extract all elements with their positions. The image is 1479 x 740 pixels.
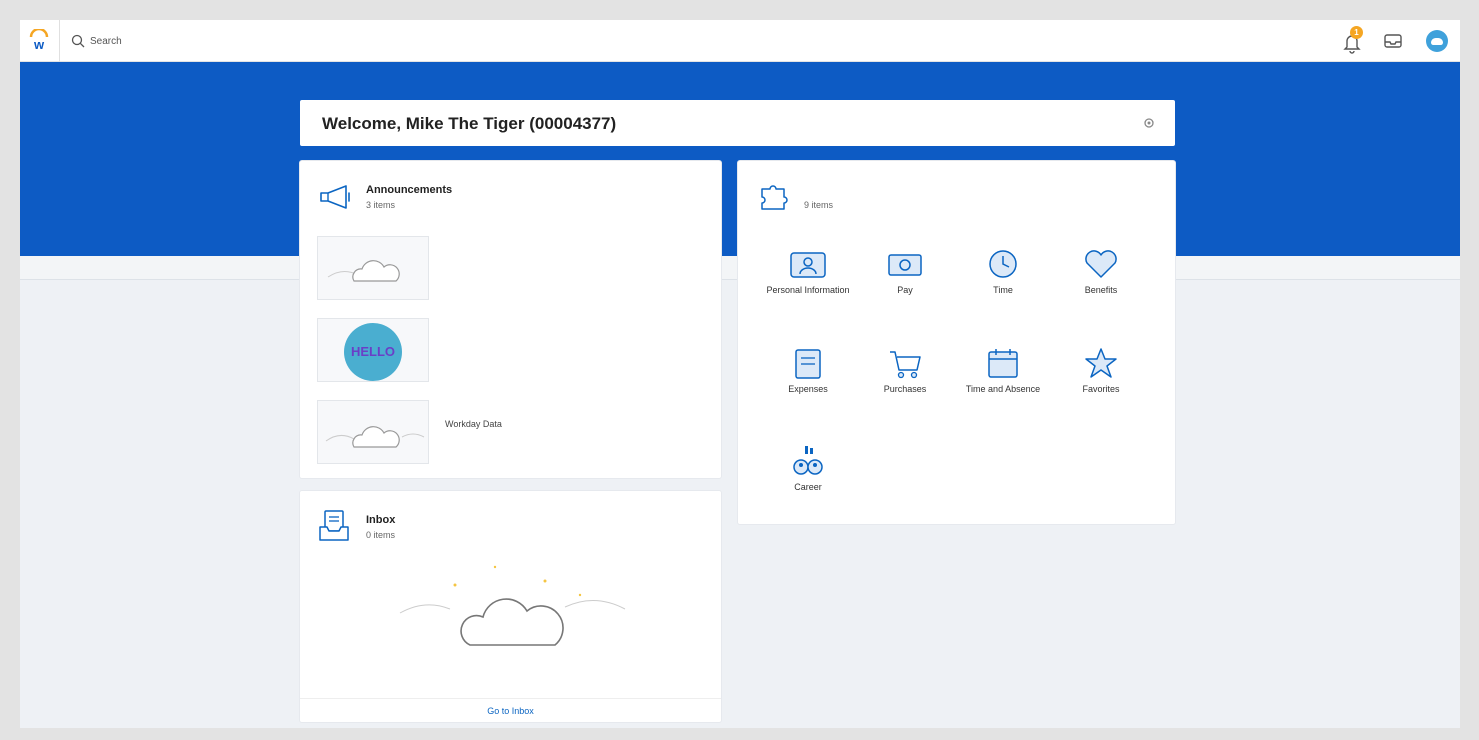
app-label: Pay xyxy=(897,285,913,295)
app-label: Favorites xyxy=(1082,384,1120,394)
app-label: Benefits xyxy=(1084,285,1118,295)
cart-icon xyxy=(890,351,921,379)
app-time-and-absence[interactable]: Time and Absence xyxy=(958,346,1048,394)
announcement-thumbnail[interactable] xyxy=(317,400,429,464)
person-icon xyxy=(790,252,826,278)
pay-icon xyxy=(888,254,922,276)
announcement-text[interactable]: Workday Data xyxy=(445,419,502,429)
app-label: Time and Absence xyxy=(965,384,1041,394)
svg-text:w: w xyxy=(33,37,45,51)
search-icon xyxy=(71,34,85,48)
inbox-count: 0 items xyxy=(366,530,396,540)
header-divider xyxy=(59,20,60,62)
inbox-tray-icon[interactable] xyxy=(1383,32,1403,50)
app-label: Time xyxy=(993,285,1013,295)
hello-image: HELLO xyxy=(344,323,402,381)
app-label: Career xyxy=(794,482,822,492)
app-time[interactable]: Time xyxy=(958,247,1048,295)
app-label: Personal Information xyxy=(766,285,850,295)
app-label: Purchases xyxy=(883,384,927,394)
benefits-icon xyxy=(1085,250,1117,278)
applications-card: 9 items Personal Information Pay Time Be… xyxy=(738,161,1175,524)
announcement-thumbnail[interactable] xyxy=(317,236,429,300)
go-to-inbox-link[interactable]: Go to Inbox xyxy=(300,698,721,722)
inbox-icon xyxy=(319,510,349,541)
career-icon xyxy=(793,446,823,475)
cloud-icon xyxy=(325,426,425,448)
app-expenses[interactable]: Expenses xyxy=(763,346,853,394)
apps-count: 9 items xyxy=(804,200,834,210)
search-input[interactable] xyxy=(90,32,390,50)
app-pay[interactable]: Pay xyxy=(860,247,950,295)
app-benefits[interactable]: Benefits xyxy=(1056,247,1146,295)
clock-icon xyxy=(989,250,1017,278)
puzzle-icon xyxy=(761,185,788,210)
gear-icon[interactable] xyxy=(1142,116,1156,130)
notification-badge: 1 xyxy=(1350,26,1363,39)
top-bar: w 1 xyxy=(20,20,1460,62)
app-personal-information[interactable]: Personal Information xyxy=(763,247,853,295)
announcement-thumbnail[interactable]: HELLO xyxy=(317,318,429,382)
welcome-bar: Welcome, Mike The Tiger (00004377) xyxy=(300,100,1175,146)
empty-cloud-icon xyxy=(399,565,626,646)
announcements-count: 3 items xyxy=(366,200,396,210)
calendar-icon xyxy=(988,349,1018,378)
cloud-icon xyxy=(327,260,400,282)
workday-home: w 1 Welcome, Mike The Tiger (00004377) xyxy=(20,20,1460,728)
app-purchases[interactable]: Purchases xyxy=(860,346,950,394)
page-title: Welcome, Mike The Tiger (00004377) xyxy=(322,114,617,133)
star-icon xyxy=(1085,348,1117,378)
announcements-card: Announcements 3 items HELLO Workday Data xyxy=(300,161,721,478)
megaphone-icon xyxy=(320,185,350,209)
inbox-title[interactable]: Inbox xyxy=(366,514,395,526)
workday-logo-icon[interactable]: w xyxy=(28,29,50,51)
app-career[interactable]: Career xyxy=(763,444,853,492)
user-avatar[interactable] xyxy=(1426,30,1448,52)
inbox-card: Inbox 0 items Go to Inbox xyxy=(300,491,721,722)
announcements-title[interactable]: Announcements xyxy=(366,184,452,196)
app-label: Expenses xyxy=(788,384,828,394)
expenses-icon xyxy=(795,349,821,379)
app-favorites[interactable]: Favorites xyxy=(1056,346,1146,394)
